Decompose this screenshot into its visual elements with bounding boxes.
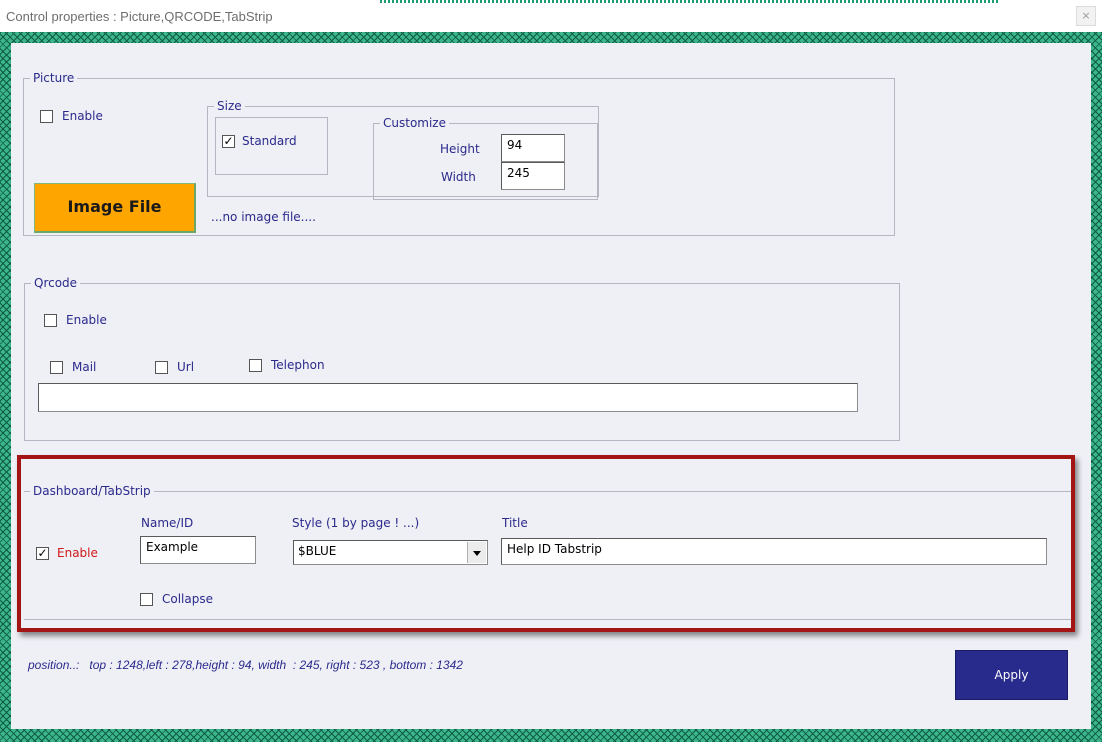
picture-group: Picture Enable Image File ...no image fi… [23, 71, 895, 236]
url-label: Url [177, 360, 195, 374]
dialog-content: Picture Enable Image File ...no image fi… [11, 43, 1091, 729]
apply-button[interactable]: Apply [955, 650, 1068, 700]
telephon-checkbox[interactable] [249, 359, 262, 372]
standard-box: ✓ Standard [215, 117, 328, 175]
customize-group: Customize Height 94 Width 245 [373, 116, 598, 200]
window-titlebar: Control properties : Picture,QRCODE,TabS… [0, 0, 1102, 33]
standard-checkbox[interactable]: ✓ [222, 135, 235, 148]
width-input[interactable]: 245 [501, 162, 565, 190]
no-image-text: ...no image file.... [211, 210, 316, 224]
mail-label: Mail [72, 360, 97, 374]
customize-legend: Customize [383, 116, 446, 130]
qrcode-enable-label: Enable [66, 313, 107, 327]
picture-enable-label: Enable [62, 109, 103, 123]
qrcode-value-input[interactable] [38, 383, 858, 412]
picture-legend: Picture [33, 71, 75, 85]
qrcode-group: Qrcode Enable Mail Url Telephon [24, 276, 900, 441]
standard-label: Standard [242, 134, 297, 148]
height-label: Height [440, 142, 480, 156]
tabstrip-highlight-frame [17, 455, 1075, 632]
width-label: Width [441, 170, 476, 184]
qrcode-enable-checkbox[interactable] [44, 314, 57, 327]
position-readout: position..: top : 1248,left : 278,height… [28, 658, 463, 672]
image-file-button[interactable]: Image File [34, 183, 196, 233]
height-input[interactable]: 94 [501, 134, 565, 162]
top-decoration [380, 0, 998, 3]
picture-enable-checkbox[interactable] [40, 110, 53, 123]
close-button[interactable]: × [1076, 6, 1096, 26]
qrcode-legend: Qrcode [34, 276, 78, 290]
telephon-label: Telephon [271, 358, 325, 372]
window-title: Control properties : Picture,QRCODE,TabS… [6, 9, 273, 24]
size-legend: Size [217, 99, 242, 113]
dialog-frame: Picture Enable Image File ...no image fi… [0, 32, 1102, 742]
mail-checkbox[interactable] [50, 361, 63, 374]
url-checkbox[interactable] [155, 361, 168, 374]
size-group: Size ✓ Standard Customize Height 94 Widt… [207, 99, 599, 200]
